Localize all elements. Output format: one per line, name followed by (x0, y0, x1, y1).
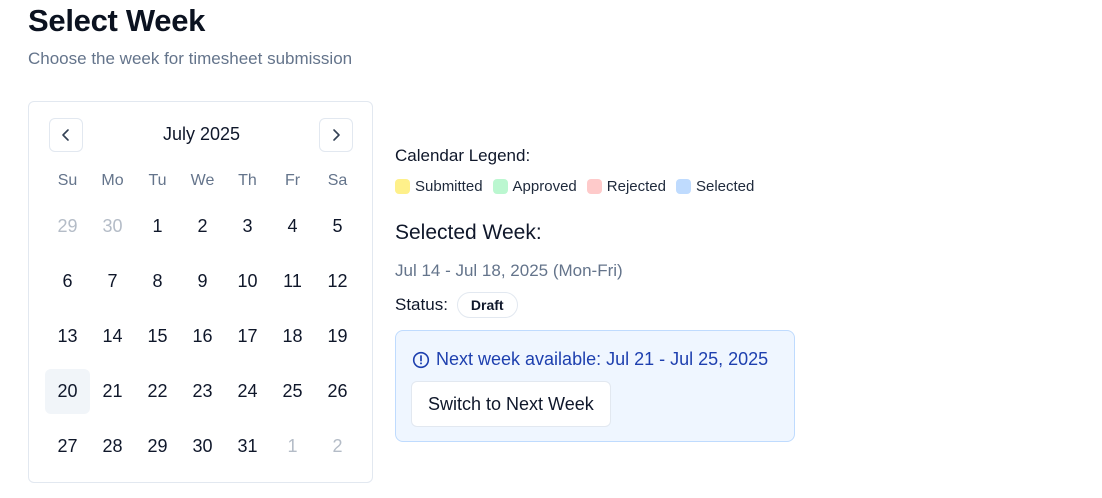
page-title: Select Week (28, 3, 206, 38)
calendar-day[interactable]: 1 (270, 424, 315, 469)
calendar-day[interactable]: 29 (45, 204, 90, 249)
selected-week-title: Selected Week: (395, 221, 542, 244)
weekday-label: Sa (327, 172, 348, 189)
legend-item: Approved (492, 178, 577, 195)
calendar-day[interactable]: 6 (45, 259, 90, 304)
legend-swatch (675, 179, 691, 194)
legend-label: Rejected (606, 178, 666, 195)
legend-swatch (492, 179, 508, 194)
legend-item: Rejected (586, 178, 666, 195)
weekday-label: We (190, 172, 215, 189)
legend-swatch (395, 179, 410, 194)
calendar-day[interactable]: 23 (180, 369, 225, 414)
calendar-day[interactable]: 8 (135, 259, 180, 304)
calendar-day[interactable]: 5 (315, 204, 360, 249)
calendar-day[interactable]: 30 (90, 204, 135, 249)
legend-item: Submitted (395, 178, 483, 195)
legend-item: Selected (675, 178, 755, 195)
info-circle-icon (412, 351, 430, 369)
calendar-day[interactable]: 2 (315, 424, 360, 469)
calendar-day[interactable]: 11 (270, 259, 315, 304)
page-subtitle: Choose the week for timesheet submission (28, 49, 353, 68)
calendar-day[interactable]: 15 (135, 314, 180, 359)
notice-message: Next week available: Jul 21 - Jul 25, 20… (412, 349, 768, 370)
calendar-day[interactable]: 3 (225, 204, 270, 249)
next-week-notice: Next week available: Jul 21 - Jul 25, 20… (395, 330, 795, 442)
status-label: Status: (395, 295, 448, 314)
calendar-legend: Submitted Approved Rejected Selected (395, 178, 764, 195)
calendar-day[interactable]: 21 (90, 369, 135, 414)
selected-week-range: Jul 14 - Jul 18, 2025 (Mon-Fri) (395, 261, 623, 280)
calendar: July 2025 Su Mo Tu We Th Fr Sa 29 30 1 2 3 4 5 6 7 8 9 10… (28, 101, 373, 483)
calendar-day[interactable]: 17 (225, 314, 270, 359)
weekday-label: Tu (148, 172, 167, 189)
calendar-day[interactable]: 27 (45, 424, 90, 469)
calendar-day[interactable]: 16 (180, 314, 225, 359)
weekday-label: Mo (101, 172, 124, 189)
legend-title: Calendar Legend: (395, 146, 531, 165)
calendar-day[interactable]: 25 (270, 369, 315, 414)
calendar-day[interactable]: 7 (90, 259, 135, 304)
calendar-day[interactable]: 12 (315, 259, 360, 304)
status-badge: Draft (456, 292, 518, 318)
weekday-label: Su (57, 172, 78, 189)
weekday-header-row: Su Mo Tu We Th Fr Sa (45, 172, 360, 190)
legend-label: Submitted (415, 178, 483, 195)
legend-label: Selected (695, 178, 755, 195)
calendar-day[interactable]: 30 (180, 424, 225, 469)
next-month-button[interactable] (319, 118, 353, 152)
calendar-day[interactable]: 29 (135, 424, 180, 469)
calendar-day[interactable]: 26 (315, 369, 360, 414)
weekday-label: Th (238, 172, 257, 189)
calendar-day[interactable]: 18 (270, 314, 315, 359)
calendar-day[interactable]: 10 (225, 259, 270, 304)
status-row: Status: Draft (395, 292, 518, 318)
calendar-day[interactable]: 1 (135, 204, 180, 249)
calendar-day[interactable]: 9 (180, 259, 225, 304)
calendar-day-today[interactable]: 20 (45, 369, 90, 414)
calendar-day[interactable]: 4 (270, 204, 315, 249)
calendar-day[interactable]: 19 (315, 314, 360, 359)
calendar-days-grid: 29 30 1 2 3 4 5 6 7 8 9 10 11 12 13 14 15 16 17 18 19 20 21 22 2… (45, 204, 360, 479)
notice-text: Next week available: Jul 21 - Jul 25, 20… (436, 349, 769, 369)
chevron-right-icon (333, 129, 340, 141)
calendar-day[interactable]: 31 (225, 424, 270, 469)
weekday-label: Fr (284, 172, 301, 189)
calendar-day[interactable]: 13 (45, 314, 90, 359)
legend-label: Approved (512, 178, 577, 195)
calendar-day[interactable]: 14 (90, 314, 135, 359)
calendar-day[interactable]: 24 (225, 369, 270, 414)
switch-to-next-week-button[interactable]: Switch to Next Week (411, 381, 611, 427)
calendar-day[interactable]: 22 (135, 369, 180, 414)
calendar-day[interactable]: 28 (90, 424, 135, 469)
legend-swatch (586, 179, 602, 194)
calendar-day[interactable]: 2 (180, 204, 225, 249)
